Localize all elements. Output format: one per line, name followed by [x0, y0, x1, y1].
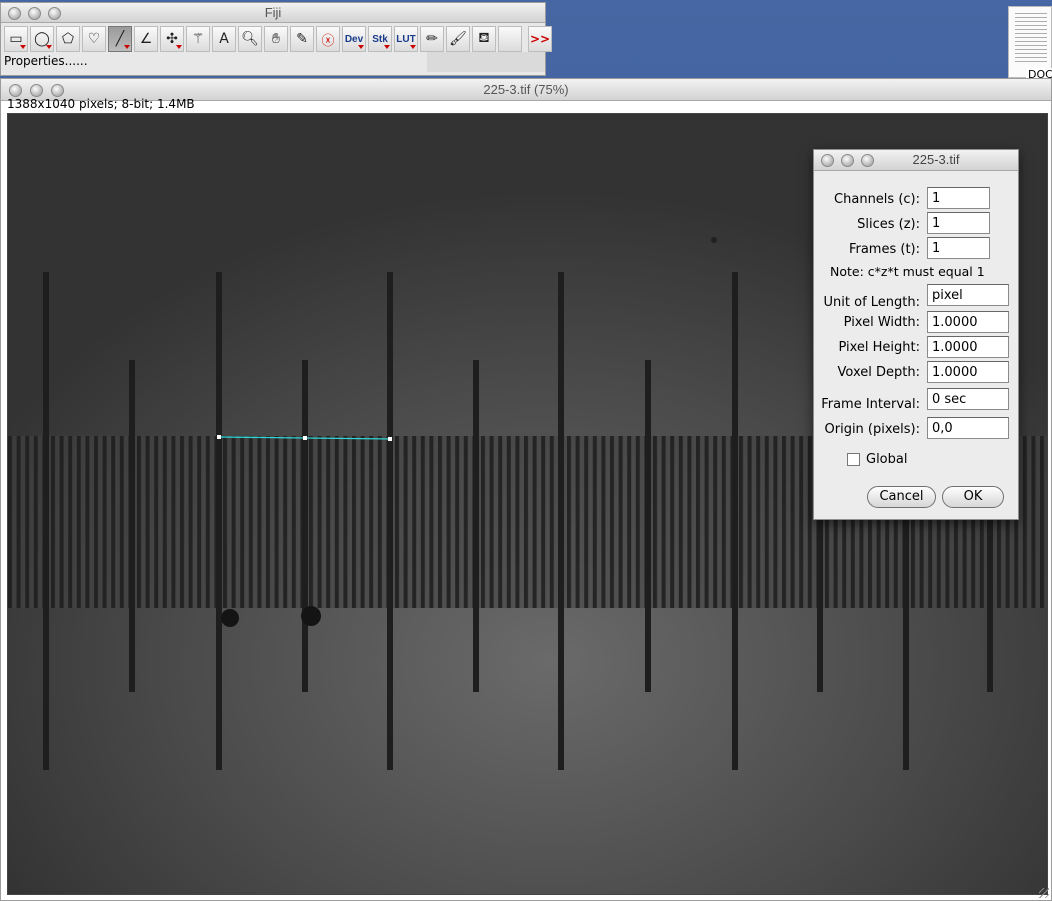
image-window-title: 225-3.tif (75%) — [483, 82, 569, 97]
polygon-tool-icon-glyph: ⬠ — [61, 31, 75, 47]
slices-field[interactable] — [927, 212, 990, 234]
cancel-button[interactable]: Cancel — [867, 486, 936, 508]
voxel-depth-field[interactable] — [927, 361, 1009, 383]
brush-tool-icon-glyph: 🖌︎ — [449, 31, 467, 47]
global-checkbox[interactable] — [847, 453, 860, 466]
ok-button[interactable]: OK — [942, 486, 1004, 508]
oval-tool-icon[interactable]: ◯ — [30, 26, 54, 52]
stk-menu-icon-glyph: Stk — [372, 33, 388, 45]
channels-label: Channels (c): — [834, 192, 920, 207]
stop-icon[interactable]: ⓧ — [316, 26, 340, 52]
unit-field[interactable] — [927, 284, 1009, 306]
note-text: Note: c*z*t must equal 1 — [830, 264, 985, 279]
major-tick — [732, 272, 738, 770]
wand-tool-icon-glyph: ⚚ — [191, 31, 205, 47]
unit-row: Unit of Length: — [814, 284, 1020, 310]
dialog-title: 225-3.tif — [912, 152, 960, 167]
magnifier-tool-icon-glyph: 🔍︎ — [241, 31, 259, 47]
stop-icon-glyph: ⓧ — [321, 33, 335, 49]
slices-row: Slices (z): — [814, 212, 1020, 236]
image-info: 1388x1040 pixels; 8-bit; 1.4MB — [7, 97, 195, 111]
pixel-height-field[interactable] — [927, 336, 1009, 358]
major-tick — [43, 272, 49, 770]
global-label: Global — [866, 452, 908, 467]
global-option[interactable]: Global — [847, 452, 907, 467]
frames-row: Frames (t): — [814, 237, 1020, 261]
dev-menu-icon-glyph: Dev — [344, 33, 364, 45]
fiji-title: Fiji — [264, 5, 282, 20]
text-tool-icon-glyph: A — [219, 31, 229, 47]
brush-tool-icon[interactable]: 🖌︎ — [446, 26, 470, 52]
pixel-height-row: Pixel Height: — [814, 336, 1020, 360]
pixel-width-label: Pixel Width: — [843, 315, 920, 330]
major-tick — [558, 272, 564, 770]
color-picker-icon-glyph: ✎ — [296, 31, 308, 47]
unit-label: Unit of Length: — [823, 295, 920, 310]
channels-field[interactable] — [927, 187, 990, 209]
magnifier-tool-icon[interactable]: 🔍︎ — [238, 26, 262, 52]
angle-tool-icon[interactable]: ∠ — [134, 26, 158, 52]
text-tool-icon[interactable]: A — [212, 26, 236, 52]
properties-dialog: 225-3.tif Channels (c): Slices (z): Fram… — [813, 149, 1019, 520]
angle-tool-icon-glyph: ∠ — [139, 31, 153, 47]
fiji-toolbar-window: Fiji ▭ ◯ ⬠ ♡ ╱ ∠ ✣ ⚚ A 🔍︎ ✋︎ ✎ ⓧ Dev Stk LUT ✏︎ 🖌︎ ⛾ >> Pro… — [0, 2, 552, 76]
point-tool-icon[interactable]: ✣ — [160, 26, 184, 52]
stk-menu-icon[interactable]: Stk — [368, 26, 392, 52]
pencil-tool-icon[interactable]: ✏︎ — [420, 26, 444, 52]
color-picker-icon[interactable]: ✎ — [290, 26, 314, 52]
pixel-height-label: Pixel Height: — [838, 340, 920, 355]
roi-handle[interactable] — [217, 435, 221, 439]
line-tool-icon-glyph: ╱ — [115, 31, 125, 47]
more-tools-icon-glyph: >> — [529, 32, 551, 46]
status-text: Properties...... — [4, 54, 88, 68]
fiji-titlebar[interactable]: Fiji — [1, 3, 545, 23]
freehand-tool-icon-glyph: ♡ — [87, 31, 101, 47]
pencil-tool-icon-glyph: ✏︎ — [426, 31, 438, 47]
major-tick — [216, 272, 222, 770]
roi-handle[interactable] — [388, 437, 392, 441]
mid-tick — [302, 360, 308, 692]
line-tool-icon[interactable]: ╱ — [108, 26, 132, 52]
flood-fill-icon[interactable]: ⛾ — [472, 26, 496, 52]
mid-tick — [129, 360, 135, 692]
tool-bar: ▭ ◯ ⬠ ♡ ╱ ∠ ✣ ⚚ A 🔍︎ ✋︎ ✎ ⓧ Dev Stk LUT ✏︎ 🖌︎ ⛾ >> — [4, 26, 554, 54]
mid-tick — [645, 360, 651, 692]
rectangle-tool-icon[interactable]: ▭ — [4, 26, 28, 52]
flood-fill-icon-glyph: ⛾ — [478, 30, 490, 46]
origin-row: Origin (pixels): — [814, 417, 1020, 441]
more-tools-icon[interactable]: >> — [528, 26, 552, 52]
frames-label: Frames (t): — [848, 242, 920, 257]
minimize-button[interactable] — [841, 154, 854, 167]
hand-tool-icon-glyph: ✋︎ — [272, 31, 280, 47]
channels-row: Channels (c): — [814, 187, 1020, 211]
mid-tick — [473, 360, 479, 692]
wand-tool-icon[interactable]: ⚚ — [186, 26, 210, 52]
freehand-tool-icon[interactable]: ♡ — [82, 26, 106, 52]
roi-handle[interactable] — [303, 436, 307, 440]
hand-tool-icon[interactable]: ✋︎ — [264, 26, 288, 52]
dialog-titlebar[interactable]: 225-3.tif — [814, 150, 1018, 171]
polygon-tool-icon[interactable]: ⬠ — [56, 26, 80, 52]
close-button[interactable] — [821, 154, 834, 167]
pixel-width-field[interactable] — [927, 311, 1009, 333]
empty-slot — [498, 26, 522, 52]
frames-field[interactable] — [927, 237, 990, 259]
pixel-width-row: Pixel Width: — [814, 311, 1020, 335]
frame-interval-field[interactable] — [927, 388, 1009, 410]
frame-interval-row: Frame Interval: — [814, 388, 1020, 412]
dev-menu-icon[interactable]: Dev — [342, 26, 366, 52]
voxel-depth-label: Voxel Depth: — [837, 365, 920, 380]
origin-field[interactable] — [927, 417, 1009, 439]
resize-grip[interactable] — [1039, 888, 1049, 898]
slices-label: Slices (z): — [857, 217, 920, 232]
origin-label: Origin (pixels): — [824, 422, 921, 437]
frame-interval-label: Frame Interval: — [821, 397, 920, 412]
lut-menu-icon[interactable]: LUT — [394, 26, 418, 52]
lut-menu-icon-glyph: LUT — [396, 33, 416, 45]
voxel-depth-row: Voxel Depth: — [814, 361, 1020, 385]
major-tick — [387, 272, 393, 770]
progress-area — [427, 52, 545, 72]
